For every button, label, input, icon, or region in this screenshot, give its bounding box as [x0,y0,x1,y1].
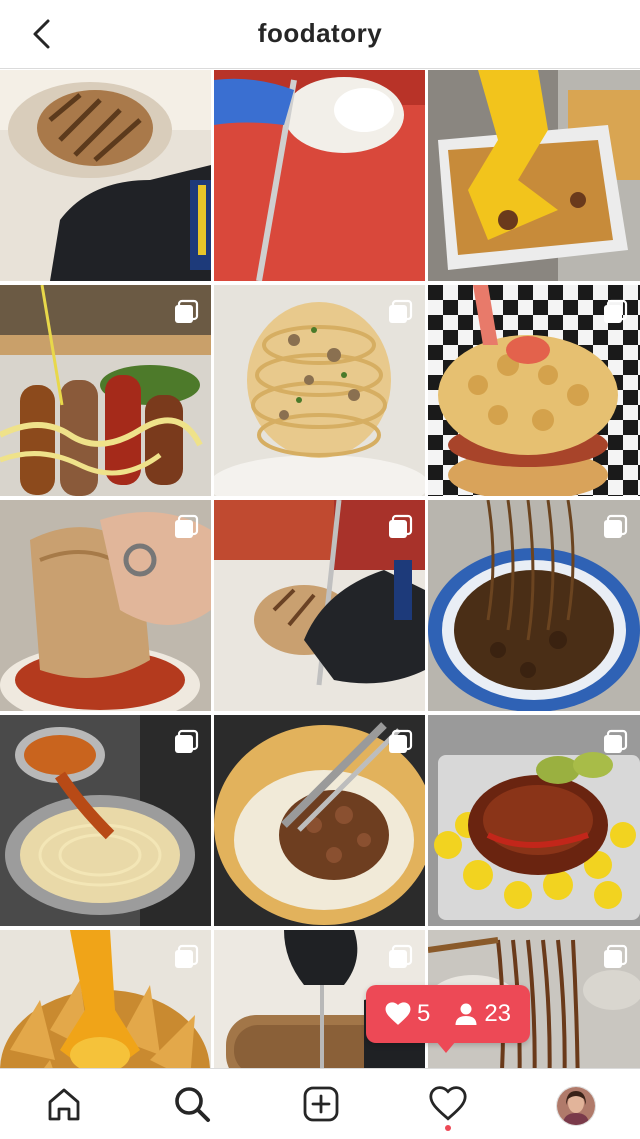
post-mushroom-fettuccine[interactable] [214,285,425,496]
post-grilled-burrito[interactable] [0,70,211,281]
carousel-icon [389,514,413,538]
carousel-icon [175,514,199,538]
post-mac-cheese-burger[interactable] [428,285,640,496]
post-black-noodles[interactable] [428,500,640,711]
home-icon [48,1088,80,1121]
search-icon [175,1087,210,1122]
post-quesadilla-meat[interactable] [214,715,425,926]
post-image [214,70,425,281]
carousel-icon [389,944,413,968]
post-image [0,70,211,281]
person-icon [455,1003,477,1025]
post-grid [0,70,640,1068]
bottom-tab-bar [0,1068,640,1139]
header-bar: foodatory [0,0,640,69]
carousel-icon [604,514,628,538]
post-knife-burrito[interactable] [214,500,425,711]
tab-home[interactable] [39,1079,89,1129]
post-burrito-dip[interactable] [0,500,211,711]
create-icon [303,1086,339,1122]
carousel-icon [604,299,628,323]
post-blooming-onion[interactable] [0,930,211,1068]
post-spaghetti-sauce[interactable] [0,715,211,926]
heart-icon [429,1086,467,1121]
avatar [557,1087,595,1125]
carousel-icon [175,299,199,323]
carousel-icon [604,729,628,753]
post-cheese-fries[interactable] [428,70,640,281]
activity-notification-dot [445,1125,451,1131]
carousel-icon [389,299,413,323]
carousel-icon [175,729,199,753]
heart-filled-icon [385,1002,411,1025]
tab-search[interactable] [167,1079,217,1129]
badge-pointer [436,1041,456,1053]
page-title: foodatory [257,18,383,48]
activity-notification-badge[interactable]: 5 23 [366,985,530,1043]
tab-create[interactable] [296,1079,346,1129]
tab-activity[interactable] [423,1079,473,1129]
post-sausages-sauce[interactable] [0,285,211,496]
post-image [428,70,640,281]
post-cutting-burrito[interactable] [214,70,425,281]
carousel-icon [604,944,628,968]
post-mac-ribs[interactable] [428,715,640,926]
likes-count: 5 [416,1000,431,1027]
followers-count: 23 [484,1000,512,1027]
carousel-icon [389,729,413,753]
carousel-icon [175,944,199,968]
tab-profile-avatar[interactable] [556,1086,596,1126]
